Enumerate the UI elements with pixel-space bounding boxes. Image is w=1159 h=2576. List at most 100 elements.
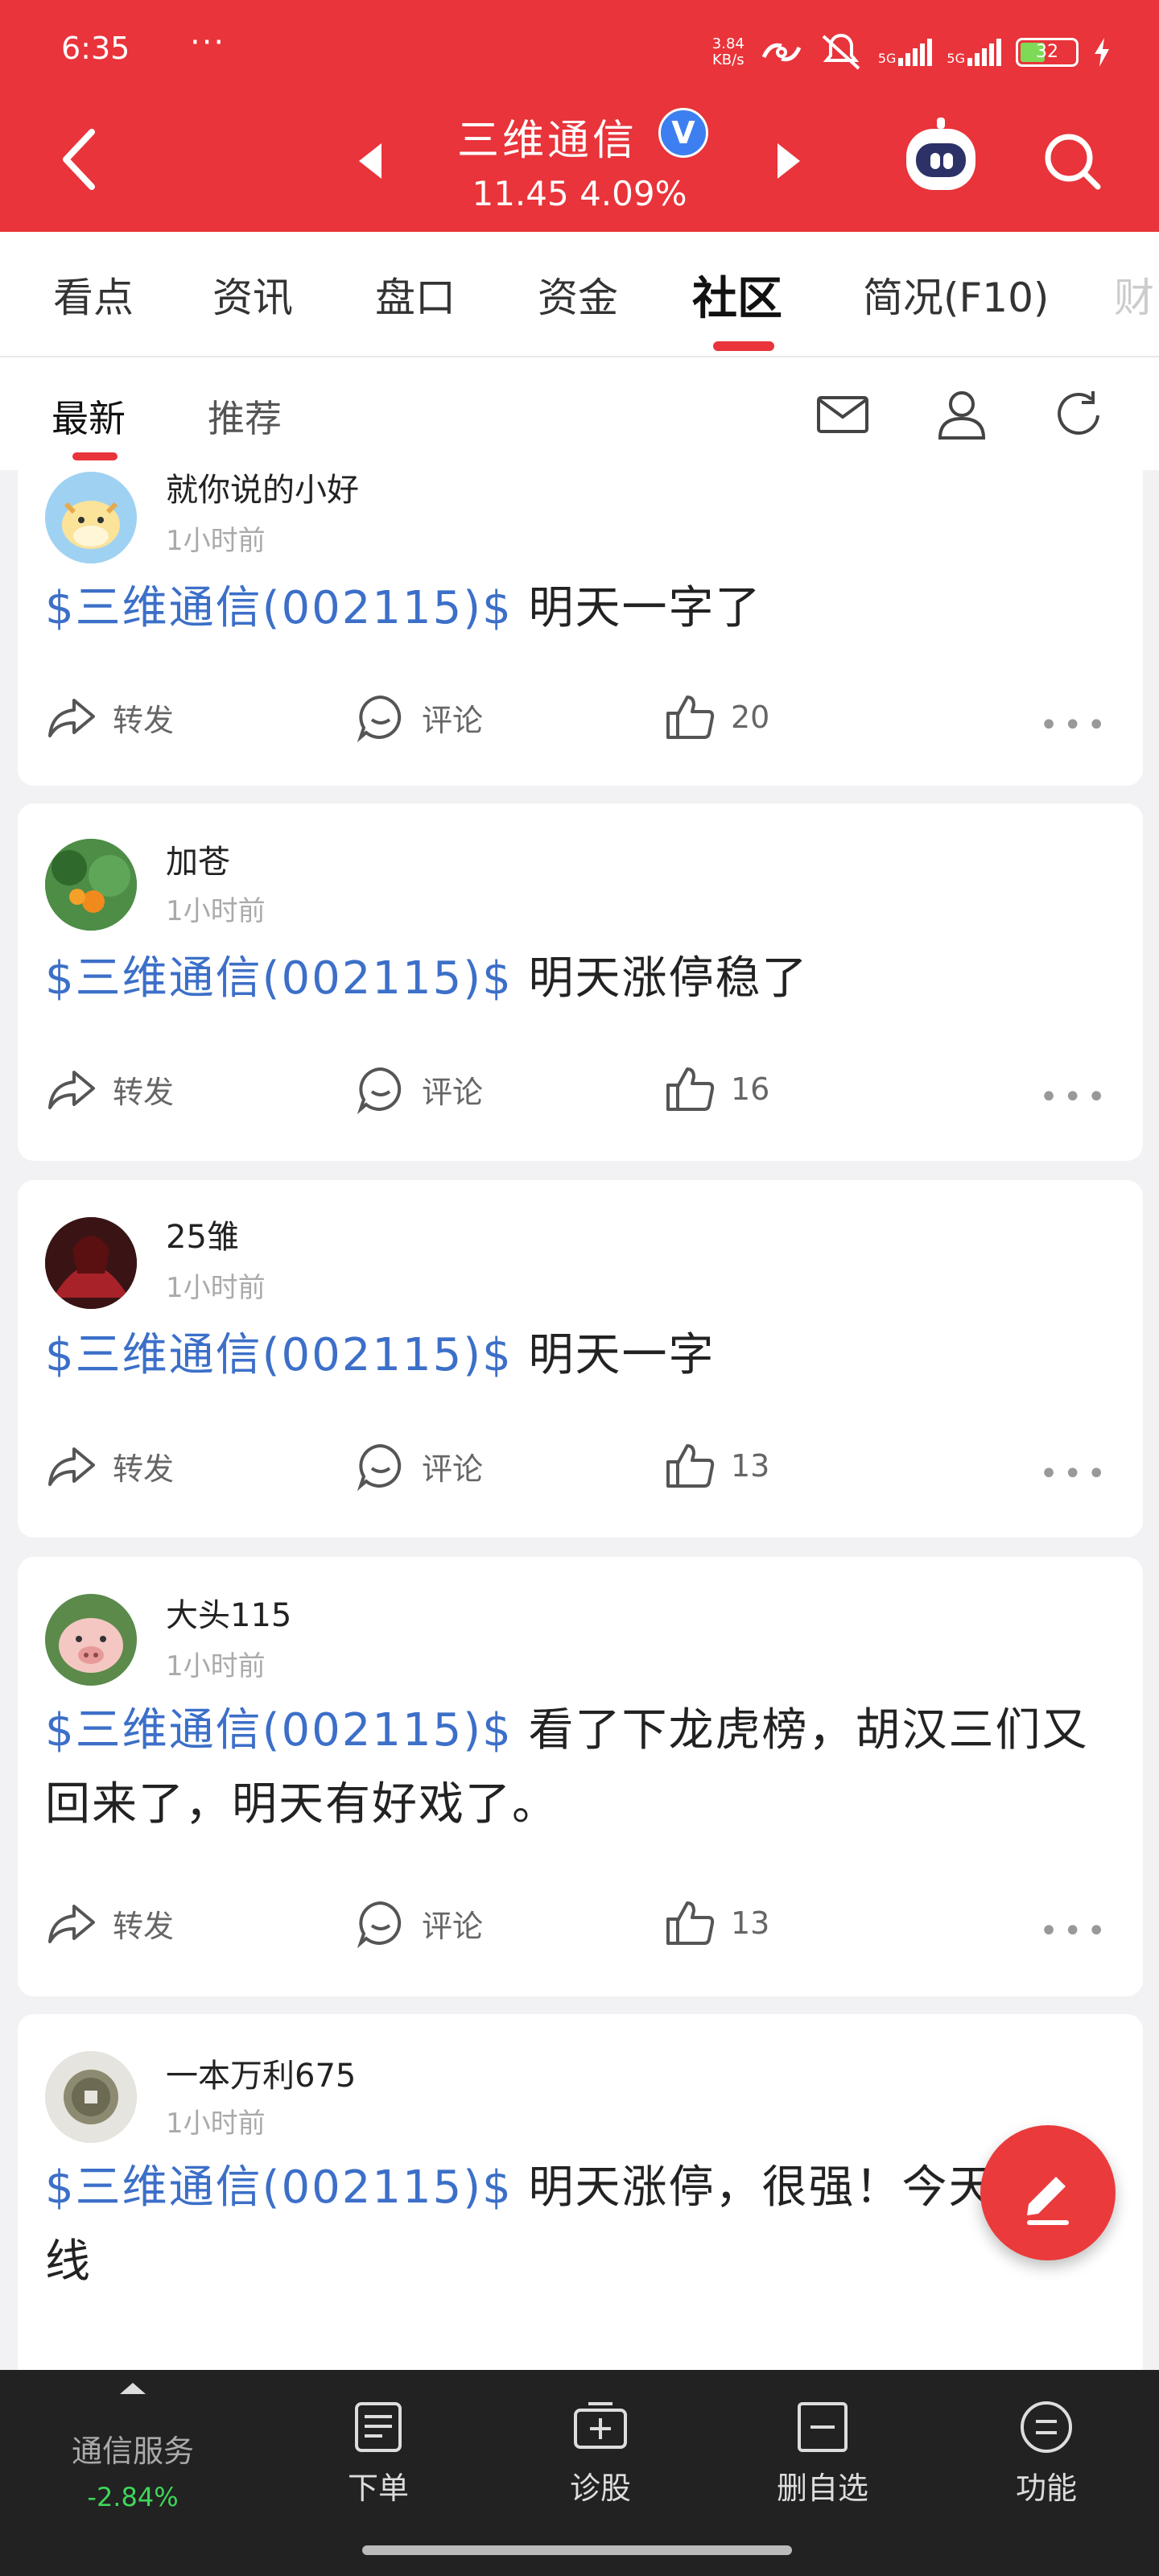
more-options-button[interactable]: ••• <box>1039 1455 1111 1492</box>
stock-tag-link[interactable]: $三维通信(002115)$ <box>45 2161 513 2214</box>
functions-button[interactable]: 功能 <box>966 2399 1127 2508</box>
like-count: 13 <box>731 1448 770 1484</box>
post-card[interactable]: 加苍 1小时前 $三维通信(002115)$ 明天涨停稳了 转发 评论 16 •… <box>18 803 1143 1161</box>
post-username[interactable]: 一本万利675 <box>166 2050 356 2096</box>
post-content[interactable]: $三维通信(002115)$ 看了下龙虎榜，胡汉三们又回来了，明天有好戏了。 <box>45 1694 1111 1842</box>
verified-badge: V <box>658 108 708 158</box>
comment-button[interactable]: 评论 <box>354 1438 483 1494</box>
pig-avatar-icon <box>45 1594 137 1686</box>
stock-title-block: 三维通信 V 11.45 4.09% <box>354 103 805 224</box>
post-username[interactable]: 大头115 <box>166 1589 291 1636</box>
post-content[interactable]: $三维通信(002115)$ 明天一字了 <box>45 572 1111 646</box>
tab-orderbook[interactable]: 盘口 <box>375 266 456 324</box>
like-count: 13 <box>731 1905 770 1941</box>
diagnose-plus-icon <box>574 2402 627 2449</box>
thumbs-up-icon <box>666 696 715 739</box>
like-button[interactable]: 20 <box>663 689 769 745</box>
comment-button[interactable]: 评论 <box>354 1061 483 1117</box>
sector-name: 通信服务 <box>71 2434 194 2469</box>
post-content[interactable]: $三维通信(002115)$ 明天涨停稳了 <box>45 942 1111 1016</box>
status-indicators: 3.84 KB/s 5G 5G 32 <box>712 24 1111 80</box>
post-content[interactable]: $三维通信(002115)$ 明天涨停，很强！今天揉搓线 <box>45 2151 1111 2299</box>
avatar[interactable] <box>45 1594 137 1686</box>
comment-icon <box>357 1067 402 1115</box>
user-icon[interactable] <box>934 386 990 443</box>
tab-highlights[interactable]: 看点 <box>53 266 134 324</box>
comment-icon <box>357 1901 402 1949</box>
like-button[interactable]: 13 <box>663 1895 769 1951</box>
stock-tag-link[interactable]: $三维通信(002115)$ <box>45 1329 513 1381</box>
comment-icon <box>357 1443 402 1492</box>
next-stock-button[interactable] <box>777 143 800 179</box>
home-indicator[interactable] <box>362 2545 792 2555</box>
tab-finance[interactable]: 财 <box>1114 266 1154 324</box>
post-card[interactable]: 一本万利675 1小时前 $三维通信(002115)$ 明天涨停，很强！今天揉搓… <box>18 2014 1143 2370</box>
stock-name: 三维通信 <box>457 117 638 165</box>
comment-button[interactable]: 评论 <box>354 689 483 745</box>
avatar[interactable] <box>45 839 137 931</box>
post-card[interactable]: 25雏 1小时前 $三维通信(002115)$ 明天一字 转发 评论 13 ••… <box>18 1180 1143 1538</box>
tab-f10[interactable]: 简况(F10) <box>863 266 1049 324</box>
avatar[interactable] <box>45 472 137 564</box>
active-subtab-indicator <box>72 452 118 460</box>
stock-price-change: 11.45 4.09% <box>472 174 687 213</box>
hd-link-icon <box>761 43 802 62</box>
like-button[interactable]: 16 <box>663 1061 769 1117</box>
stock-tag-link[interactable]: $三维通信(002115)$ <box>45 1704 513 1757</box>
forward-button[interactable]: 转发 <box>45 1061 174 1117</box>
network-speed: 3.84 KB/s <box>711 35 744 68</box>
mail-icon[interactable] <box>815 386 871 443</box>
post-content[interactable]: $三维通信(002115)$ 明天一字 <box>45 1319 1111 1393</box>
more-options-button[interactable]: ••• <box>1039 1913 1111 1950</box>
sector-indicator[interactable]: 通信服务 -2.84% <box>48 2383 217 2512</box>
subtab-latest[interactable]: 最新 <box>52 390 126 443</box>
like-button[interactable]: 13 <box>663 1438 769 1494</box>
more-options-button[interactable]: ••• <box>1039 1079 1111 1116</box>
remove-watchlist-button[interactable]: 删自选 <box>742 2399 903 2508</box>
order-button[interactable]: 下单 <box>298 2399 459 2508</box>
back-arrow-icon <box>63 129 95 190</box>
battery-icon: 32 <box>1016 38 1079 67</box>
post-time: 1小时前 <box>166 895 266 927</box>
post-card[interactable]: 就你说的小好 1小时前 $三维通信(002115)$ 明天一字了 转发 评论 2… <box>18 470 1143 786</box>
caret-up-icon <box>120 2383 146 2394</box>
signal-sim1: 5G <box>878 39 933 66</box>
thumbs-up-icon <box>666 1901 715 1945</box>
post-card[interactable]: 大头115 1小时前 $三维通信(002115)$ 看了下龙虎榜，胡汉三们又回来… <box>18 1557 1143 1996</box>
post-time: 1小时前 <box>166 2107 266 2140</box>
post-actions: 转发 评论 16 ••• <box>45 1061 1111 1117</box>
comment-icon <box>357 695 402 743</box>
compose-post-button[interactable] <box>980 2125 1116 2260</box>
diagnose-button[interactable]: 诊股 <box>520 2399 681 2508</box>
robot-assistant-icon[interactable] <box>906 118 975 190</box>
post-feed[interactable]: 就你说的小好 1小时前 $三维通信(002115)$ 明天一字了 转发 评论 2… <box>0 470 1159 2370</box>
stock-tag-link[interactable]: $三维通信(002115)$ <box>45 952 513 1005</box>
tab-news[interactable]: 资讯 <box>212 266 293 324</box>
forward-button[interactable]: 转发 <box>45 689 174 745</box>
avatar[interactable] <box>45 1217 137 1309</box>
search-button[interactable] <box>1040 129 1104 193</box>
share-icon <box>48 1071 95 1109</box>
character-avatar-icon <box>45 1217 137 1309</box>
back-button[interactable] <box>56 121 121 201</box>
tab-funds[interactable]: 资金 <box>538 266 618 324</box>
share-icon <box>48 1905 95 1943</box>
comment-button[interactable]: 评论 <box>354 1895 483 1951</box>
forward-button[interactable]: 转发 <box>45 1438 174 1494</box>
post-username[interactable]: 25雏 <box>166 1211 239 1257</box>
forward-button[interactable]: 转发 <box>45 1895 174 1951</box>
post-username[interactable]: 加苍 <box>166 836 230 882</box>
tab-community[interactable]: 社区 <box>692 262 782 328</box>
post-actions: 转发 评论 13 ••• <box>45 1438 1111 1494</box>
share-icon <box>48 1447 95 1486</box>
stock-tag-link[interactable]: $三维通信(002115)$ <box>45 582 513 634</box>
post-time: 1小时前 <box>166 525 266 557</box>
refresh-icon[interactable] <box>1051 386 1107 443</box>
post-actions: 转发 评论 13 ••• <box>45 1895 1111 1951</box>
avatar[interactable] <box>45 2051 137 2143</box>
menu-circle-icon <box>1021 2401 1072 2453</box>
subtab-recommended[interactable]: 推荐 <box>208 390 282 443</box>
more-options-button[interactable]: ••• <box>1039 707 1111 744</box>
signal-sim2: 5G <box>947 39 1001 66</box>
post-username[interactable]: 就你说的小好 <box>166 470 359 510</box>
